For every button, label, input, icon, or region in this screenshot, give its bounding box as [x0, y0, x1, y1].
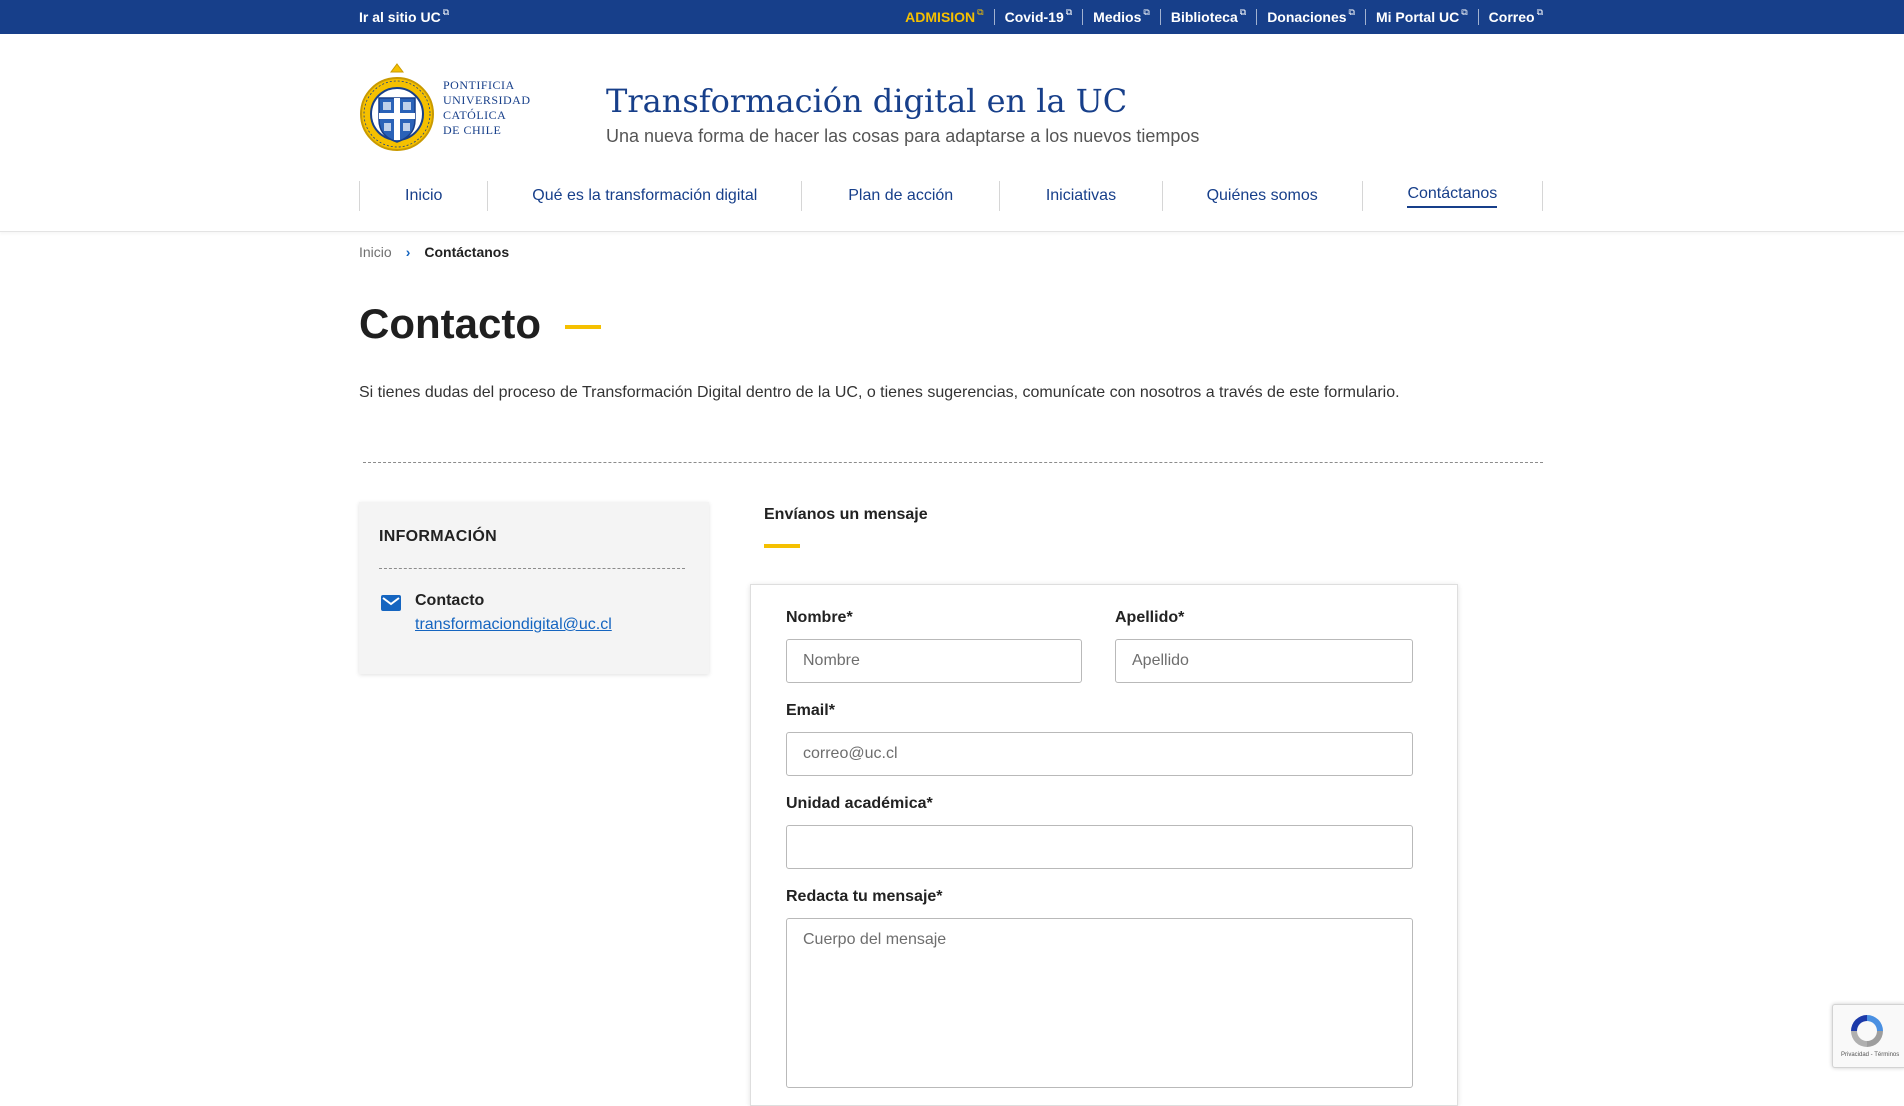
- top-bar-separator: [1364, 9, 1366, 25]
- mi-portal-uc-link[interactable]: Mi Portal UC ⧉: [1375, 7, 1468, 25]
- admision-link[interactable]: ADMISION ⧉: [905, 7, 984, 25]
- nav-item-label: Plan de acción: [848, 187, 954, 204]
- external-link-icon: ⧉: [1348, 7, 1355, 17]
- page-title-text: Contacto: [359, 300, 541, 347]
- top-bar-separator: [993, 9, 995, 25]
- recaptcha-terms[interactable]: Privacidad - Términos: [1841, 1052, 1899, 1058]
- top-bar-links: ADMISION ⧉ Covid-19 ⧉ Medios ⧉ Biblioteca ⧉ …: [905, 7, 1543, 25]
- unidad-academica-input[interactable]: [786, 825, 1413, 869]
- section-divider: [363, 462, 1543, 463]
- correo-label: Correo: [1488, 9, 1535, 25]
- top-bar: Ir al sitio UC ⧉ ADMISION ⧉ Covid-19 ⧉ Medi…: [0, 0, 1904, 34]
- site-title[interactable]: Transformación digital en la UC: [606, 82, 1127, 120]
- logo-line: PONTIFICIA: [443, 78, 515, 92]
- covid-label: Covid-19: [1004, 9, 1064, 25]
- form-heading-accent-bar: [764, 544, 800, 548]
- biblioteca-label: Biblioteca: [1170, 9, 1238, 25]
- contact-label: Contacto: [415, 592, 485, 609]
- admision-label: ADMISION: [905, 9, 976, 25]
- donaciones-label: Donaciones: [1267, 9, 1347, 25]
- medios-label: Medios: [1093, 9, 1142, 25]
- mi-portal-uc-label: Mi Portal UC: [1375, 9, 1460, 25]
- page-title: Contacto: [359, 300, 601, 348]
- intro-text: Si tienes dudas del proceso de Transform…: [359, 384, 1400, 401]
- nav-item-label: Quiénes somos: [1206, 187, 1318, 204]
- nav-item-iniciativas[interactable]: Iniciativas: [999, 181, 1161, 211]
- breadcrumb: Inicio › Contáctanos: [359, 244, 509, 260]
- covid-link[interactable]: Covid-19 ⧉: [1004, 7, 1073, 25]
- biblioteca-link[interactable]: Biblioteca ⧉: [1170, 7, 1247, 25]
- form-heading: Envíanos un mensaje: [764, 506, 928, 523]
- chevron-right-icon: ›: [405, 244, 411, 260]
- email-input[interactable]: [786, 732, 1413, 776]
- medios-link[interactable]: Medios ⧉: [1093, 7, 1150, 25]
- top-bar-separator: [1477, 9, 1479, 25]
- nav-item-contactanos[interactable]: Contáctanos: [1361, 181, 1543, 211]
- external-link-icon: ⧉: [1461, 7, 1468, 17]
- nav-item-que-es[interactable]: Qué es la transformación digital: [487, 181, 801, 211]
- logo-line: DE CHILE: [443, 123, 502, 137]
- external-link-icon: ⧉: [1239, 7, 1247, 17]
- go-to-uc-site-link[interactable]: Ir al sitio UC ⧉: [359, 7, 450, 25]
- nav-item-label: Inicio: [405, 187, 443, 204]
- top-bar-separator: [1082, 9, 1084, 25]
- nombre-input[interactable]: [786, 639, 1082, 683]
- top-bar-separator: [1256, 9, 1258, 25]
- contact-email-link[interactable]: transformaciondigital@uc.cl: [415, 616, 612, 634]
- logo-line: CATÓLICA: [443, 108, 507, 122]
- recaptcha-badge[interactable]: Privacidad - Términos: [1832, 1004, 1904, 1068]
- donaciones-link[interactable]: Donaciones ⧉: [1267, 7, 1355, 25]
- mail-icon: [381, 595, 401, 611]
- nav-item-label: Qué es la transformación digital: [532, 187, 758, 204]
- nav-item-label: Iniciativas: [1045, 187, 1117, 204]
- breadcrumb-home-link[interactable]: Inicio: [359, 244, 392, 260]
- contact-form: Nombre* Apellido* Email* Unidad académic…: [750, 584, 1458, 1106]
- main-nav: Inicio Qué es la transformación digital …: [359, 181, 1543, 217]
- info-divider: [379, 568, 685, 569]
- mensaje-label: Redacta tu mensaje*: [786, 888, 943, 905]
- apellido-label: Apellido*: [1115, 609, 1185, 626]
- breadcrumb-current: Contáctanos: [424, 244, 510, 260]
- mensaje-textarea[interactable]: [786, 918, 1413, 1088]
- nav-item-inicio[interactable]: Inicio: [359, 181, 487, 211]
- external-link-icon: ⧉: [1065, 7, 1073, 17]
- external-link-icon: ⧉: [442, 7, 450, 17]
- info-card: INFORMACIÓN Contacto transformaciondigit…: [359, 502, 709, 674]
- uc-logo-text: PONTIFICIA UNIVERSIDAD CATÓLICA DE CHILE: [443, 78, 531, 138]
- site-subtitle: Una nueva forma de hacer las cosas para …: [606, 126, 1200, 146]
- title-accent-bar: [565, 325, 601, 329]
- external-link-icon: ⧉: [977, 7, 984, 17]
- email-label: Email*: [786, 702, 835, 719]
- unidad-academica-label: Unidad académica*: [786, 795, 933, 812]
- top-bar-separator: [1159, 9, 1161, 25]
- recaptcha-icon: [1851, 1015, 1883, 1047]
- uc-crest-icon: [360, 63, 434, 151]
- correo-link[interactable]: Correo ⧉: [1488, 7, 1543, 25]
- info-title: INFORMACIÓN: [379, 528, 497, 545]
- apellido-input[interactable]: [1115, 639, 1413, 683]
- nav-item-label: Contáctanos: [1407, 185, 1498, 208]
- nav-item-quienes-somos[interactable]: Quiénes somos: [1161, 181, 1362, 211]
- site-header: PONTIFICIA UNIVERSIDAD CATÓLICA DE CHILE…: [0, 34, 1904, 232]
- nav-item-plan-de-accion[interactable]: Plan de acción: [801, 181, 999, 211]
- external-link-icon: ⧉: [1536, 7, 1543, 17]
- logo-line: UNIVERSIDAD: [443, 93, 531, 107]
- go-to-uc-site-label: Ir al sitio UC: [359, 9, 441, 25]
- uc-logo-link[interactable]: PONTIFICIA UNIVERSIDAD CATÓLICA DE CHILE: [359, 56, 539, 160]
- nombre-label: Nombre*: [786, 609, 853, 626]
- external-link-icon: ⧉: [1143, 7, 1150, 17]
